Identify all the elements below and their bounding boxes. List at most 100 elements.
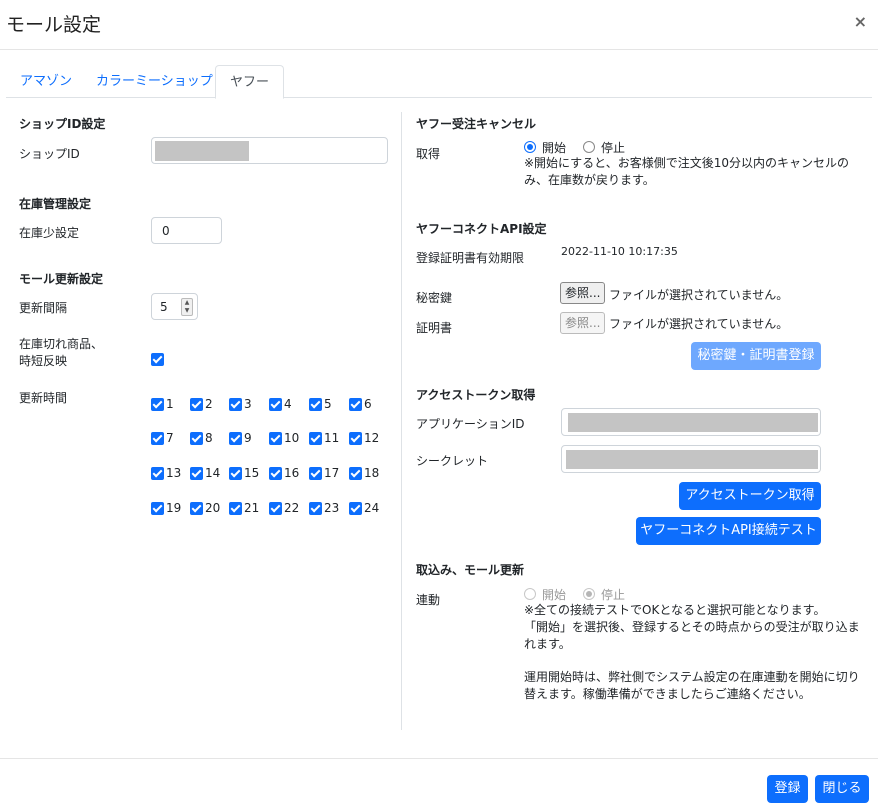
link-note-line3: れます。 <box>524 637 571 651</box>
hour-checkbox[interactable] <box>269 398 282 411</box>
close-icon[interactable]: × <box>854 12 867 31</box>
register-button[interactable]: 登録 <box>767 775 808 803</box>
secret-key-browse-button[interactable]: 参照... <box>560 282 606 304</box>
app-id-label: アプリケーションID <box>416 417 525 431</box>
certificate-browse-button[interactable]: 参照... <box>560 312 606 334</box>
link-stop-label: 停止 <box>601 588 626 602</box>
shop-id-input[interactable] <box>151 137 388 164</box>
hour-checkbox[interactable] <box>190 398 203 411</box>
hour-checkbox[interactable] <box>309 398 322 411</box>
hour-label: 8 <box>205 431 213 445</box>
chevron-down-icon[interactable]: ▼ <box>182 307 192 315</box>
hour-label: 5 <box>324 397 332 411</box>
hour-checkbox[interactable] <box>151 398 164 411</box>
get-token-button[interactable]: アクセストークン取得 <box>679 482 821 510</box>
hour-checkbox[interactable] <box>190 502 203 515</box>
chevron-up-icon[interactable]: ▲ <box>182 299 192 307</box>
hour-checkbox[interactable] <box>229 502 242 515</box>
hour-checkbox[interactable] <box>309 502 322 515</box>
secret-input[interactable] <box>561 445 821 473</box>
hour-label: 21 <box>244 501 260 515</box>
update-section-title: モール更新設定 <box>19 272 104 286</box>
cert-expiry-label: 登録証明書有効期限 <box>416 251 525 265</box>
cancel-section-title: ヤフー受注キャンセル <box>416 117 537 131</box>
hour-label: 23 <box>324 501 340 515</box>
hour-label: 13 <box>166 466 182 480</box>
app-id-input[interactable] <box>561 408 821 436</box>
hour-checkbox[interactable] <box>151 502 164 515</box>
hour-label: 12 <box>364 431 380 445</box>
hour-checkbox[interactable] <box>190 432 203 445</box>
hour-checkbox[interactable] <box>151 467 164 480</box>
tab-yahoo[interactable]: ヤフー <box>215 65 285 99</box>
import-section-title: 取込み、モール更新 <box>416 563 525 577</box>
hour-label: 24 <box>364 501 380 515</box>
hour-checkbox[interactable] <box>349 502 362 515</box>
stock-section-title: 在庫管理設定 <box>19 197 92 211</box>
hour-label: 10 <box>284 431 300 445</box>
masked-value <box>155 141 249 161</box>
hour-label: 16 <box>284 466 300 480</box>
link-start-radio[interactable] <box>524 588 536 600</box>
hour-checkbox[interactable] <box>349 398 362 411</box>
hour-label: 11 <box>324 431 340 445</box>
modal-footer: 登録 閉じる <box>0 758 878 811</box>
tab-amazon[interactable]: アマゾン <box>6 65 86 98</box>
certificate-file-status: ファイルが選択されていません。 <box>609 317 789 331</box>
link-label: 連動 <box>416 593 441 607</box>
cancel-start-radio[interactable] <box>524 141 536 153</box>
hour-label: 4 <box>284 397 292 411</box>
hour-label: 6 <box>364 397 372 411</box>
hour-checkbox[interactable] <box>269 432 282 445</box>
secret-key-label: 秘密鍵 <box>416 291 453 305</box>
cert-expiry-value: 2022-11-10 10:17:35 <box>561 245 678 258</box>
low-stock-value: 0 <box>162 224 170 238</box>
column-divider <box>401 112 402 730</box>
link-start-label: 開始 <box>542 588 567 602</box>
cancel-note-line2: み、在庫数が戻ります。 <box>524 173 655 187</box>
stepper-arrows[interactable]: ▲ ▼ <box>181 298 193 316</box>
low-stock-input[interactable]: 0 <box>151 217 222 244</box>
modal-header: モール設定 × <box>0 0 878 50</box>
get-label: 取得 <box>416 147 441 161</box>
certificate-label: 証明書 <box>416 321 453 335</box>
hour-checkbox[interactable] <box>269 502 282 515</box>
interval-label: 更新間隔 <box>19 301 68 315</box>
link-note-line4: 運用開始時は、弊社側でシステム設定の在庫連動を開始に切り <box>524 670 860 684</box>
hour-checkbox[interactable] <box>349 467 362 480</box>
out-of-stock-checkbox[interactable] <box>151 353 164 366</box>
cancel-stop-radio[interactable] <box>583 141 595 153</box>
hour-checkbox[interactable] <box>229 467 242 480</box>
hour-label: 17 <box>324 466 340 480</box>
cancel-start-label: 開始 <box>542 141 567 155</box>
hour-checkbox[interactable] <box>269 467 282 480</box>
hour-checkbox[interactable] <box>309 467 322 480</box>
mall-tabs: アマゾン カラーミーショップ ヤフー <box>6 65 872 99</box>
modal-title: モール設定 <box>6 14 102 36</box>
hour-checkbox[interactable] <box>151 432 164 445</box>
api-section-title: ヤフーコネクトAPI設定 <box>416 222 547 236</box>
interval-stepper[interactable]: 5 ▲ ▼ <box>151 293 198 320</box>
hour-checkbox[interactable] <box>229 432 242 445</box>
update-time-label: 更新時間 <box>19 391 68 405</box>
token-section-title: アクセストークン取得 <box>416 388 536 402</box>
hour-checkbox[interactable] <box>229 398 242 411</box>
hour-checkbox[interactable] <box>190 467 203 480</box>
register-cert-button[interactable]: 秘密鍵・証明書登録 <box>691 342 821 370</box>
link-stop-radio[interactable] <box>583 588 595 600</box>
masked-value <box>566 450 818 469</box>
cancel-note-line1: ※開始にすると、お客様側で注文後10分以内のキャンセルの <box>524 156 849 170</box>
out-of-stock-label-line1: 在庫切れ商品、 <box>19 337 104 351</box>
tab-colorme[interactable]: カラーミーショップ <box>82 65 227 98</box>
hour-label: 3 <box>244 397 252 411</box>
hour-checkbox[interactable] <box>309 432 322 445</box>
hour-label: 2 <box>205 397 213 411</box>
secret-key-file-status: ファイルが選択されていません。 <box>609 288 789 302</box>
hour-label: 18 <box>364 466 380 480</box>
close-button[interactable]: 閉じる <box>815 775 869 803</box>
shop-id-label: ショップID <box>19 147 80 161</box>
hour-label: 7 <box>166 431 174 445</box>
hour-label: 22 <box>284 501 300 515</box>
connect-test-button[interactable]: ヤフーコネクトAPI接続テスト <box>636 517 821 545</box>
hour-checkbox[interactable] <box>349 432 362 445</box>
